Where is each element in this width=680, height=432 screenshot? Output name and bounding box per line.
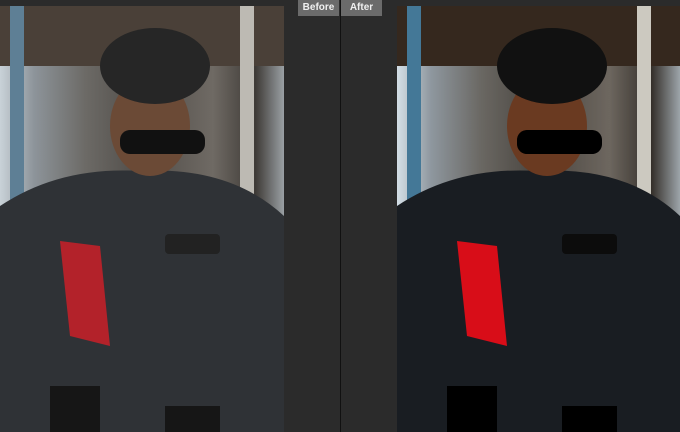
before-photo-illustration <box>0 6 284 432</box>
after-photo-illustration <box>397 6 680 432</box>
after-photo <box>397 6 680 432</box>
before-label[interactable]: Before <box>298 0 339 16</box>
comparison-divider[interactable] <box>340 0 341 432</box>
before-photo <box>0 6 284 432</box>
after-label[interactable]: After <box>341 0 382 16</box>
